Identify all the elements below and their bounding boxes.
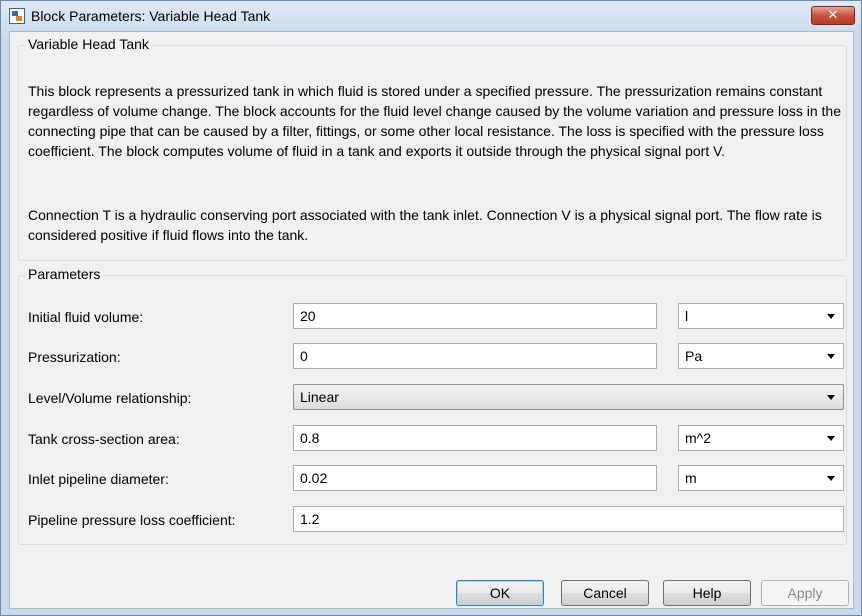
block-description-paragraph-1: This block represents a pressurized tank…: [28, 83, 841, 159]
level-volume-relationship-select[interactable]: Linear: [293, 384, 844, 410]
chevron-down-icon: [827, 314, 835, 319]
block-app-icon: [9, 8, 25, 24]
tank-cross-section-area-input[interactable]: 0.8: [293, 425, 657, 451]
close-icon: ✕: [827, 8, 839, 23]
chevron-down-icon: [827, 395, 835, 400]
level-volume-relationship-value: Linear: [300, 389, 339, 405]
block-group-label: Variable Head Tank: [25, 36, 152, 52]
tank-cross-section-area-label: Tank cross-section area:: [28, 431, 180, 447]
close-button[interactable]: ✕: [811, 6, 855, 25]
initial-fluid-volume-input[interactable]: 20: [293, 303, 657, 329]
pressurization-unit-value: Pa: [685, 348, 703, 364]
pipeline-pressure-loss-coefficient-input[interactable]: 1.2: [293, 506, 844, 532]
inlet-pipeline-diameter-input[interactable]: 0.02: [293, 465, 657, 491]
pressurization-unit-select[interactable]: Pa: [678, 343, 844, 369]
initial-fluid-volume-unit-value: l: [685, 308, 689, 324]
parameters-group-label: Parameters: [25, 266, 104, 282]
pipeline-pressure-loss-coefficient-label: Pipeline pressure loss coefficient:: [28, 512, 236, 528]
window-title: Block Parameters: Variable Head Tank: [31, 8, 271, 24]
block-description-paragraph-2: Connection T is a hydraulic conserving p…: [28, 207, 822, 243]
chevron-down-icon: [827, 354, 835, 359]
level-volume-relationship-label: Level/Volume relationship:: [28, 390, 192, 406]
initial-fluid-volume-label: Initial fluid volume:: [28, 309, 144, 325]
chevron-down-icon: [827, 436, 835, 441]
inlet-pipeline-diameter-unit-select[interactable]: m: [678, 465, 844, 491]
inlet-pipeline-diameter-label: Inlet pipeline diameter:: [28, 471, 169, 487]
apply-button: Apply: [761, 580, 849, 606]
help-button[interactable]: Help: [663, 580, 751, 606]
pressurization-input[interactable]: 0: [293, 343, 657, 369]
cancel-button[interactable]: Cancel: [561, 580, 649, 606]
dialog-client-area: Variable Head Tank This block represents…: [9, 31, 854, 609]
chevron-down-icon: [827, 476, 835, 481]
title-bar[interactable]: Block Parameters: Variable Head Tank ✕: [1, 1, 861, 31]
initial-fluid-volume-unit-select[interactable]: l: [678, 303, 844, 329]
inlet-pipeline-diameter-unit-value: m: [685, 470, 697, 486]
tank-cross-section-area-unit-value: m^2: [685, 430, 712, 446]
pressurization-label: Pressurization:: [28, 349, 121, 365]
tank-cross-section-area-unit-select[interactable]: m^2: [678, 425, 844, 451]
ok-button[interactable]: OK: [456, 580, 544, 606]
dialog-window: Block Parameters: Variable Head Tank ✕ V…: [0, 0, 862, 616]
